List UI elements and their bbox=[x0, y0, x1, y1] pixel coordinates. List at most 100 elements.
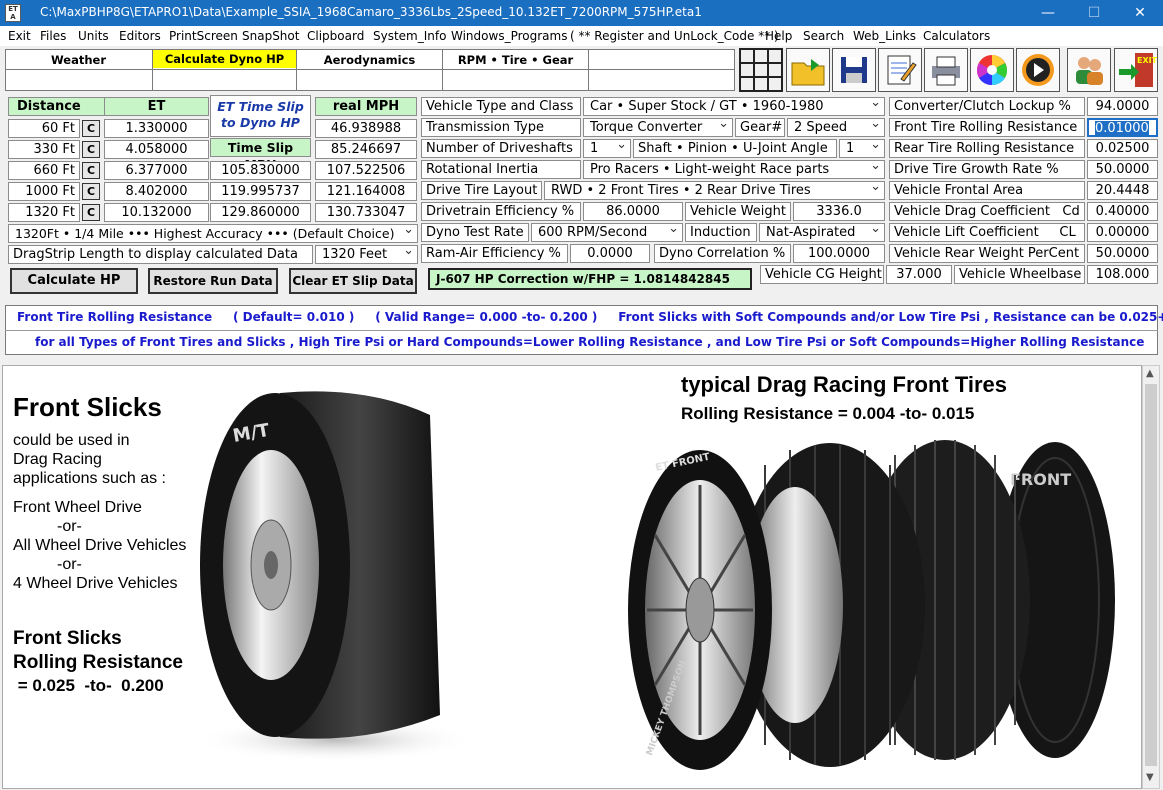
notepad-edit-icon[interactable] bbox=[878, 48, 922, 92]
tire-growth-label: Drive Tire Growth Rate % bbox=[889, 160, 1085, 179]
induction-select[interactable]: Nat-Aspirated bbox=[759, 223, 885, 242]
rear-weight-field[interactable]: 50.0000 bbox=[1087, 244, 1158, 263]
ujoint-angle-select[interactable]: 1 bbox=[839, 139, 885, 158]
menu-search[interactable]: Search bbox=[803, 29, 844, 43]
c-button[interactable]: C bbox=[82, 141, 100, 158]
c-button[interactable]: C bbox=[82, 204, 100, 221]
clear-et-slip-data-button[interactable]: Clear ET Slip Data bbox=[289, 268, 417, 294]
app-icon: ET A bbox=[5, 4, 21, 22]
dyno-test-rate-select[interactable]: 600 RPM/Second bbox=[531, 223, 683, 242]
et-value[interactable]: 4.058000 bbox=[104, 140, 209, 159]
lift-coefficient-field[interactable]: 0.00000 bbox=[1087, 223, 1158, 242]
et-header: ET bbox=[104, 97, 209, 116]
open-folder-icon[interactable] bbox=[786, 48, 830, 92]
j607-hp-correction: J-607 HP Correction w/FHP = 1.0814842845 bbox=[428, 268, 752, 290]
menu-system-info[interactable]: System_Info bbox=[373, 29, 446, 43]
drive-tire-layout-select[interactable]: RWD • 2 Front Tires • 2 Rear Drive Tires bbox=[544, 181, 885, 200]
time-slip-mph-header: Time Slip MPH bbox=[210, 138, 311, 172]
ujoint-angle-label: Shaft • Pinion • U-Joint Angle bbox=[633, 139, 837, 158]
menu-register[interactable]: ( ** Register and UnLock_Code ** ) bbox=[570, 29, 779, 43]
vehicle-type-select[interactable]: Car • Super Stock / GT • 1960-1980 bbox=[583, 97, 885, 116]
text-or: -or- bbox=[57, 556, 82, 573]
driveshafts-select[interactable]: 1 bbox=[583, 139, 631, 158]
minimize-button[interactable]: — bbox=[1025, 0, 1071, 26]
grid-icon[interactable] bbox=[739, 48, 783, 92]
front-slicks-heading: Front Slicks bbox=[13, 392, 162, 422]
drag-coefficient-label: Vehicle Drag Coefficient Cd bbox=[889, 202, 1085, 221]
et-value[interactable]: 6.377000 bbox=[104, 161, 209, 180]
typical-rr-range: Rolling Resistance = 0.004 -to- 0.015 bbox=[681, 404, 975, 423]
menu-printscreen[interactable]: PrintScreen bbox=[169, 29, 238, 43]
color-wheel-icon[interactable] bbox=[970, 48, 1014, 92]
front-tire-rr-label: Front Tire Rolling Resistance bbox=[889, 118, 1085, 137]
calculate-hp-button[interactable]: Calculate HP bbox=[10, 268, 138, 294]
menu-snapshot[interactable]: SnapShot bbox=[242, 29, 299, 43]
tab-aerodynamics[interactable]: Aerodynamics bbox=[297, 52, 442, 68]
text-could-be-used: could be used in bbox=[13, 432, 130, 449]
maximize-button[interactable]: ☐ bbox=[1071, 0, 1117, 26]
dyno-correlation-label: Dyno Correlation % bbox=[654, 244, 791, 263]
restore-run-data-button[interactable]: Restore Run Data bbox=[148, 268, 278, 294]
menu-files[interactable]: Files bbox=[40, 29, 66, 43]
drag-coefficient-field[interactable]: 0.40000 bbox=[1087, 202, 1158, 221]
real-mph-value: 130.733047 bbox=[315, 203, 417, 222]
media-play-icon[interactable] bbox=[1016, 48, 1060, 92]
dragstrip-length-select[interactable]: 1320 Feet bbox=[315, 245, 418, 264]
accuracy-select[interactable]: 1320Ft • 1/4 Mile ••• Highest Accuracy •… bbox=[8, 224, 418, 243]
exit-door-icon[interactable]: EXIT bbox=[1114, 48, 1158, 92]
menu-calculators[interactable]: Calculators bbox=[923, 29, 990, 43]
tab-weather[interactable]: Weather bbox=[6, 52, 151, 68]
rear-tire-rr-field[interactable]: 0.02500 bbox=[1087, 139, 1158, 158]
menu-editors[interactable]: Editors bbox=[119, 29, 161, 43]
vehicle-weight-field[interactable]: 3336.0 bbox=[793, 202, 885, 221]
menu-exit[interactable]: Exit bbox=[8, 29, 31, 43]
c-button[interactable]: C bbox=[82, 162, 100, 179]
rotational-inertia-label: Rotational Inertia bbox=[421, 160, 581, 179]
vertical-scrollbar[interactable]: ▲ ▼ bbox=[1142, 365, 1160, 789]
close-button[interactable]: ✕ bbox=[1117, 0, 1163, 26]
menu-help[interactable]: Help bbox=[765, 29, 792, 43]
tab-calculate-dyno-hp[interactable]: Calculate Dyno HP bbox=[153, 50, 296, 68]
scroll-up-arrow-icon[interactable]: ▲ bbox=[1146, 368, 1154, 379]
front-slicks-rr-title: Front Slicks bbox=[13, 628, 122, 649]
front-tire-rr-field[interactable]: 0.01000 bbox=[1087, 118, 1158, 137]
menu-clipboard[interactable]: Clipboard bbox=[307, 29, 364, 43]
rotational-inertia-select[interactable]: Pro Racers • Light-weight Race parts bbox=[583, 160, 885, 179]
menu-web-links[interactable]: Web_Links bbox=[853, 29, 916, 43]
menu-units[interactable]: Units bbox=[78, 29, 109, 43]
et-value[interactable]: 10.132000 bbox=[104, 203, 209, 222]
time-slip-mph-value[interactable]: 105.830000 bbox=[210, 161, 311, 180]
printer-icon[interactable] bbox=[924, 48, 968, 92]
et-value[interactable]: 1.330000 bbox=[104, 119, 209, 138]
users-icon[interactable] bbox=[1067, 48, 1111, 92]
drive-tire-layout-label: Drive Tire Layout bbox=[421, 181, 542, 200]
menu-windows-programs[interactable]: Windows_Programs bbox=[451, 29, 567, 43]
drivetrain-efficiency-field[interactable]: 86.0000 bbox=[583, 202, 683, 221]
row-distance: 330 Ft bbox=[8, 140, 80, 159]
c-button[interactable]: C bbox=[82, 120, 100, 137]
wheelbase-field[interactable]: 108.000 bbox=[1087, 265, 1158, 284]
dyno-correlation-field[interactable]: 100.0000 bbox=[793, 244, 885, 263]
scroll-thumb[interactable] bbox=[1145, 384, 1157, 766]
real-mph-value: 46.938988 bbox=[315, 119, 417, 138]
save-disk-icon[interactable] bbox=[832, 48, 876, 92]
transmission-type-select[interactable]: Torque Converter bbox=[583, 118, 733, 137]
c-button[interactable]: C bbox=[82, 183, 100, 200]
ram-air-efficiency-field[interactable]: 0.0000 bbox=[570, 244, 650, 263]
scroll-down-arrow-icon[interactable]: ▼ bbox=[1146, 772, 1154, 783]
vehicle-weight-label: Vehicle Weight bbox=[685, 202, 791, 221]
converter-lockup-field[interactable]: 94.0000 bbox=[1087, 97, 1158, 116]
tab-rpm-tire-gear[interactable]: RPM • Tire • Gear bbox=[443, 52, 588, 68]
frontal-area-field[interactable]: 20.4448 bbox=[1087, 181, 1158, 200]
time-slip-mph-value[interactable]: 129.860000 bbox=[210, 203, 311, 222]
converter-lockup-label: Converter/Clutch Lockup % bbox=[889, 97, 1085, 116]
front-tire-rr-value: 0.01000 bbox=[1095, 121, 1149, 136]
gear-select[interactable]: 2 Speed bbox=[787, 118, 885, 137]
tire-growth-field[interactable]: 50.0000 bbox=[1087, 160, 1158, 179]
cg-height-field[interactable]: 37.000 bbox=[886, 265, 952, 284]
row-distance: 60 Ft bbox=[8, 119, 80, 138]
et-value[interactable]: 8.402000 bbox=[104, 182, 209, 201]
window-title: C:\MaxPBHP8G\ETAPRO1\Data\Example_SSIA_1… bbox=[40, 5, 702, 19]
time-slip-mph-value[interactable]: 119.995737 bbox=[210, 182, 311, 201]
drag-front-tires-image: FRONT ET FRONT MICKEY THOMPSON bbox=[628, 440, 1115, 770]
